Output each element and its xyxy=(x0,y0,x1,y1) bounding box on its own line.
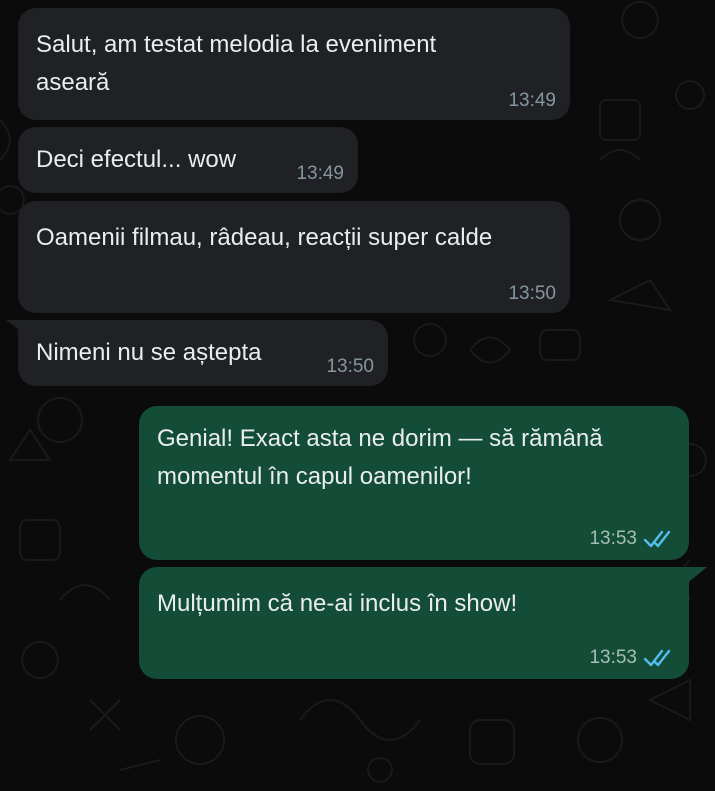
incoming-message[interactable]: Oamenii filmau, râdeau, reacții super ca… xyxy=(18,201,570,313)
message-timestamp: 13:53 xyxy=(589,647,673,669)
timestamp-text: 13:50 xyxy=(508,283,556,304)
outgoing-message[interactable]: Mulțumim că ne-ai inclus în show! 13:53 xyxy=(139,567,689,679)
incoming-message[interactable]: Nimeni nu se aștepta 13:50 xyxy=(18,320,388,386)
timestamp-text: 13:49 xyxy=(296,163,344,184)
chat-panel: Salut, am testat melodia la eveniment as… xyxy=(0,0,715,791)
message-timestamp: 13:50 xyxy=(508,283,556,305)
double-check-icon xyxy=(643,649,671,667)
message-text: Nimeni nu se aștepta xyxy=(36,339,262,366)
message-timestamp: 13:49 xyxy=(296,163,344,185)
message-text: Genial! Exact asta ne dorim — să rămână … xyxy=(157,425,603,490)
double-check-icon xyxy=(643,530,671,548)
timestamp-text: 13:53 xyxy=(589,647,637,668)
message-timestamp: 13:49 xyxy=(508,90,556,112)
incoming-message[interactable]: Deci efectul... wow 13:49 xyxy=(18,127,358,193)
message-text: Mulțumim că ne-ai inclus în show! xyxy=(157,590,518,617)
message-timestamp: 13:50 xyxy=(326,356,374,378)
timestamp-text: 13:53 xyxy=(589,528,637,549)
message-timestamp: 13:53 xyxy=(589,528,673,550)
incoming-message[interactable]: Salut, am testat melodia la eveniment as… xyxy=(18,8,570,120)
timestamp-text: 13:50 xyxy=(326,356,374,377)
timestamp-text: 13:49 xyxy=(508,90,556,111)
message-text: Salut, am testat melodia la eveniment as… xyxy=(36,31,437,96)
outgoing-message[interactable]: Genial! Exact asta ne dorim — să rămână … xyxy=(139,406,689,560)
message-text: Oamenii filmau, râdeau, reacții super ca… xyxy=(36,224,493,251)
